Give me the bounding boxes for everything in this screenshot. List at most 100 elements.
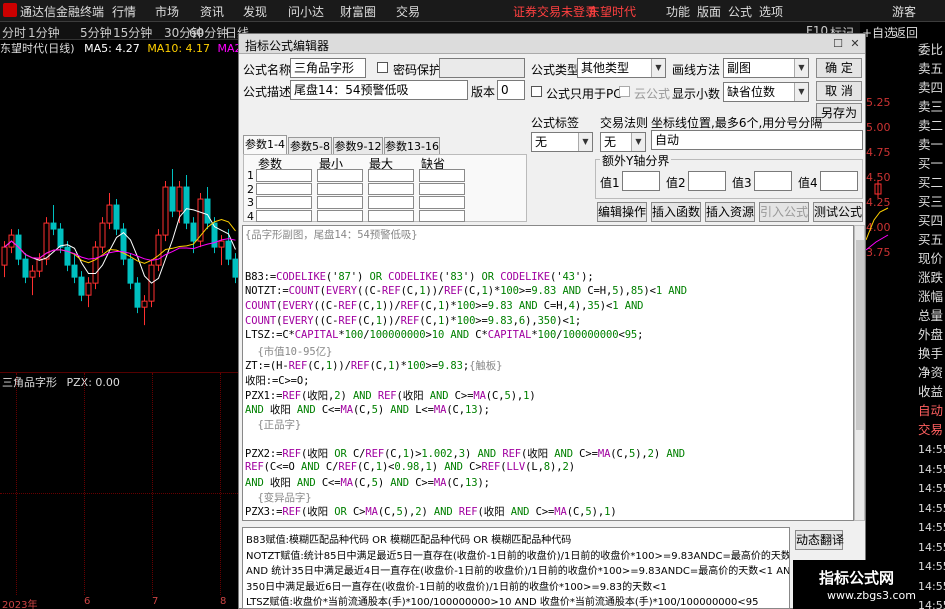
tab-params-5-8[interactable]: 参数5-8	[288, 137, 332, 155]
tag-select[interactable]: 无 ▼	[531, 132, 593, 152]
candle-body	[176, 186, 183, 212]
scrollbar-thumb[interactable]	[856, 240, 864, 430]
kline-chart[interactable]	[0, 58, 238, 368]
param-cell-input[interactable]	[368, 196, 414, 209]
candle-body	[57, 228, 64, 248]
desc-input[interactable]: 尾盘14：54预警低吸	[290, 80, 468, 100]
period-60min[interactable]: 60分钟	[189, 24, 228, 41]
trade-select[interactable]: 无 ▼	[600, 132, 646, 152]
toolbar-add-watch[interactable]: +自选	[862, 24, 896, 41]
candle-body	[169, 186, 176, 212]
insert-resource-button[interactable]: 插入资源	[705, 202, 755, 222]
param-cell-input[interactable]	[368, 182, 414, 195]
menu-ask[interactable]: 问小达	[288, 3, 324, 20]
menu-layout[interactable]: 版面	[697, 3, 721, 20]
version-input[interactable]: 0	[497, 80, 525, 100]
decimal-select[interactable]: 缺省位数 ▼	[723, 82, 809, 102]
chevron-down-icon[interactable]: ▼	[631, 133, 645, 151]
type-value: 其他类型	[581, 61, 630, 75]
test-formula-button[interactable]: 测试公式	[813, 202, 863, 222]
period-1min[interactable]: 1分钟	[28, 24, 60, 41]
code-line: {品字形副图，尾盘14：54预警低吸}	[245, 229, 418, 241]
menu-function[interactable]: 功能	[666, 3, 690, 20]
password-checkbox[interactable]	[377, 62, 388, 73]
menu-info[interactable]: 资讯	[200, 3, 224, 20]
y2-input[interactable]	[688, 171, 726, 191]
param-cell-input[interactable]	[256, 169, 312, 182]
param-cell-input[interactable]	[419, 209, 465, 222]
menu-options[interactable]: 选项	[759, 3, 783, 20]
editor-scrollbar[interactable]	[854, 225, 865, 521]
param-cell-input[interactable]	[419, 169, 465, 182]
cloud-checkbox[interactable]	[619, 86, 630, 97]
password-input[interactable]	[439, 58, 525, 78]
param-cell-input[interactable]	[368, 209, 414, 222]
period-tick[interactable]: 分时	[2, 24, 26, 41]
param-cell-input[interactable]	[368, 169, 414, 182]
y4-input[interactable]	[820, 171, 858, 191]
y3-input[interactable]	[754, 171, 792, 191]
menu-discover[interactable]: 发现	[243, 3, 267, 20]
y1-input[interactable]	[622, 171, 660, 191]
quote-field-label: 交易	[918, 422, 944, 437]
insert-function-button[interactable]: 插入函数	[651, 202, 701, 222]
chevron-down-icon[interactable]: ▼	[651, 59, 665, 77]
code-line: {市值10-95亿}	[245, 345, 333, 358]
quote-field-label: 买二	[918, 175, 944, 190]
login-notice[interactable]: 证券交易未登录	[513, 3, 597, 20]
close-icon[interactable]: ✕	[847, 36, 863, 51]
indicator-panel[interactable]: 三角品字形 PZX: 0.00	[0, 372, 240, 595]
menu-trade[interactable]: 交易	[396, 3, 420, 20]
tab-params-13-16[interactable]: 参数13-16	[384, 137, 440, 155]
import-formula-button[interactable]: 引入公式	[759, 202, 809, 222]
edit-ops-button[interactable]: 编辑操作	[597, 202, 647, 222]
dynamic-translate-button[interactable]: 动态翻译	[795, 530, 844, 550]
code-line: COUNT(EVERY((C-REF(C,1))/REF(C,1)*100>=9…	[245, 300, 644, 312]
toolbar-back[interactable]: 返回	[894, 24, 918, 41]
menu-wealth[interactable]: 财富圈	[340, 3, 376, 20]
type-label: 公式类型	[531, 63, 580, 77]
param-cell-input[interactable]	[419, 196, 465, 209]
param-cell-input[interactable]	[317, 209, 363, 222]
tab-params-1-4[interactable]: 参数1-4	[243, 135, 287, 155]
menu-market[interactable]: 市场	[155, 3, 179, 20]
chevron-down-icon[interactable]: ▼	[578, 133, 592, 151]
candle-body	[29, 270, 36, 278]
trade-time: 14:55	[918, 599, 945, 609]
param-cell-input[interactable]	[317, 182, 363, 195]
save-as-button[interactable]: 另存为	[816, 103, 862, 123]
month-label: 6	[84, 596, 91, 607]
ok-button[interactable]: 确 定	[816, 58, 862, 78]
restore-icon[interactable]: ☐	[830, 36, 846, 51]
param-row-index: 3	[247, 196, 254, 209]
trade-time: 14:55	[918, 540, 945, 554]
param-cell-input[interactable]	[256, 196, 312, 209]
period-5min[interactable]: 5分钟	[80, 24, 112, 41]
param-cell-input[interactable]	[256, 182, 312, 195]
formula-code-editor[interactable]: {品字形副图，尾盘14：54预警低吸} B83:=CODELIKE('87') O…	[242, 225, 854, 521]
chevron-down-icon[interactable]: ▼	[794, 83, 808, 101]
period-15min[interactable]: 15分钟	[113, 24, 152, 41]
draw-select[interactable]: 副图 ▼	[723, 58, 809, 78]
formula-explanation: B83赋值:模糊匹配品种代码 OR 模糊匹配品种代码 OR 模糊匹配品种代码 NO…	[242, 527, 790, 609]
extra-y-label: 额外Y轴分界	[600, 152, 672, 169]
tab-params-9-12[interactable]: 参数9-12	[333, 137, 383, 155]
menu-quotes[interactable]: 行情	[112, 3, 136, 20]
chevron-down-icon[interactable]: ▼	[794, 59, 808, 77]
type-select[interactable]: 其他类型 ▼	[577, 58, 666, 78]
name-input[interactable]: 三角品字形	[290, 58, 366, 78]
param-cell-input[interactable]	[317, 169, 363, 182]
coord-input[interactable]: 自动	[651, 130, 863, 150]
param-cell-input[interactable]	[317, 196, 363, 209]
dialog-titlebar[interactable]: 指标公式编辑器 ☐ ✕	[239, 34, 865, 54]
explanation-line: B83赋值:模糊匹配品种代码 OR 模糊匹配品种代码 OR 模糊匹配品种代码	[246, 535, 572, 546]
quote-field-label: 买三	[918, 194, 944, 209]
cancel-button[interactable]: 取 消	[816, 81, 862, 101]
param-cell-input[interactable]	[419, 182, 465, 195]
menu-formula[interactable]: 公式	[728, 3, 752, 20]
pc-only-checkbox[interactable]	[531, 86, 542, 97]
y3-label: 值3	[732, 176, 752, 190]
param-cell-input[interactable]	[256, 209, 312, 222]
guest-label[interactable]: 游客	[892, 3, 916, 20]
candle-body	[134, 282, 141, 308]
